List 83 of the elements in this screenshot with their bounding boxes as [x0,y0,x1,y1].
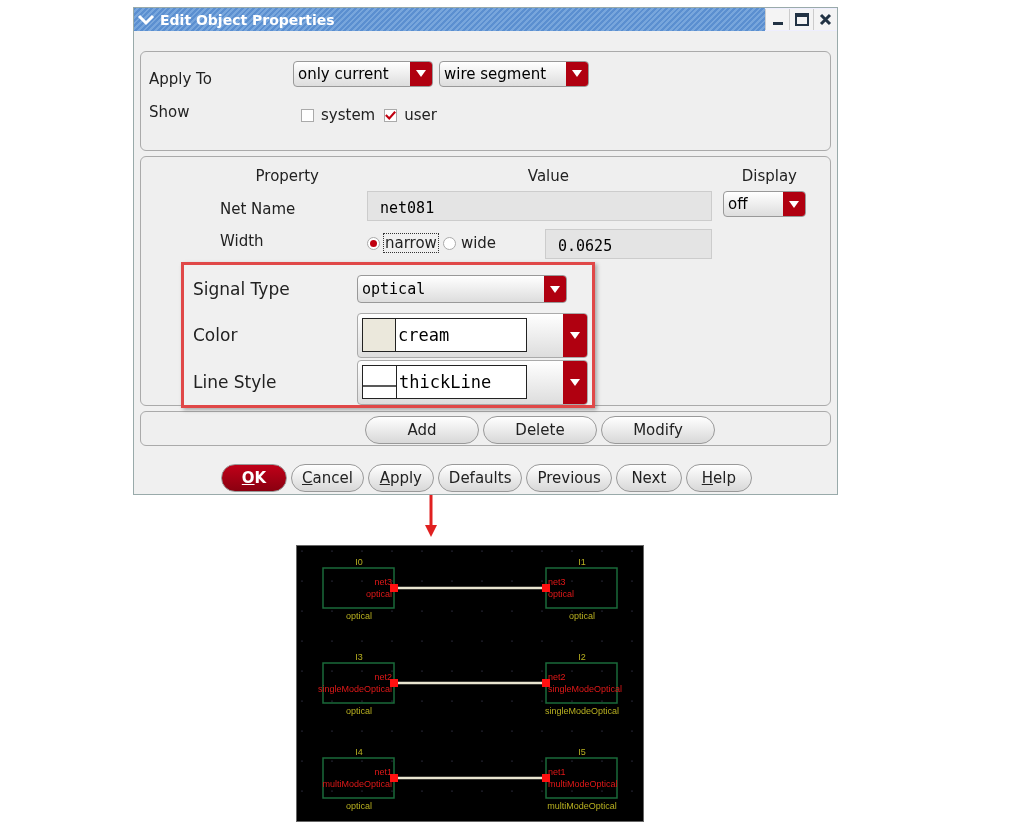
caret-icon [570,378,580,386]
show-label: Show [149,102,190,121]
field-label: Line Style [193,372,278,392]
instance-name: I4 [355,747,363,757]
dropdown[interactable]: optical [357,275,567,303]
line-style-dropdown[interactable]: thickLine [357,359,588,405]
net-label: net1 [374,767,392,777]
column-header: Property [255,167,319,185]
instance-name: I1 [578,557,586,567]
radio-label: narrow [383,233,439,253]
net-name-field[interactable]: net081 [367,191,712,221]
pin [542,774,550,782]
net-label: net3 [374,577,392,587]
minimize-button[interactable] [765,9,789,30]
radio-button[interactable] [442,236,456,250]
dropdown[interactable]: off [723,191,806,217]
dialog-button[interactable]: Previous [526,464,612,492]
net-label: net3 [548,577,566,587]
type-label: optical [346,801,372,811]
signal-type-label: multiModeOptical [548,779,618,789]
close-button[interactable] [813,9,837,30]
caret-icon [789,200,799,208]
signal-type-label: optical [548,589,574,599]
instance-name: I2 [578,652,586,662]
pin [390,584,398,592]
dialog-button[interactable]: Cancel [291,464,364,492]
dialog-button[interactable]: Next [615,464,682,492]
field-label: Signal Type [193,279,291,299]
type-label: optical [346,611,372,621]
dropdown[interactable]: wire segment [439,60,589,87]
down-arrow [424,495,438,537]
close-icon [819,13,832,26]
pin [542,584,550,592]
type-label: multiModeOptical [547,801,617,811]
window-title: Edit Object Properties [160,11,335,28]
instance-name: I5 [578,747,586,757]
dialog-button[interactable]: Defaults [437,464,523,492]
line-sample-icon [363,366,397,398]
net-name-label: Net Name [220,200,296,218]
checkbox[interactable] [301,108,314,122]
instance-name: I3 [355,652,363,662]
edit-button[interactable]: Modify [601,416,715,444]
minimize-icon [772,22,783,25]
caret-icon [550,285,560,293]
type-label: optical [569,611,595,621]
field-label: Color [193,325,239,345]
radio-button[interactable] [367,236,380,250]
type-label: singleModeOptical [545,706,619,716]
checkbox[interactable] [384,108,398,122]
check-icon [385,109,397,121]
radio-label: wide [459,234,498,252]
dropdown[interactable]: only current [293,60,433,87]
edit-button[interactable]: Add [365,416,479,444]
caret-icon [416,70,426,77]
signal-type-label: singleModeOptical [548,684,623,694]
maximize-icon [794,13,809,26]
width-label: Width [220,232,264,250]
edit-button[interactable]: Delete [483,416,597,444]
net-label: net2 [374,672,392,682]
caret-icon [572,70,582,77]
color-dropdown[interactable]: cream [357,312,588,358]
net-label: net2 [548,672,566,682]
signal-type-label: multiModeOptical [322,779,392,789]
chevron-icon[interactable] [136,12,156,27]
pin [542,679,550,687]
signal-type-label: optical [366,589,392,599]
dialog-button[interactable]: Help [685,464,752,492]
apply-to-label: Apply To [149,70,212,88]
instance-name: I0 [355,557,363,567]
pin [390,679,398,687]
dialog-button[interactable]: OK [221,464,287,492]
net-label: net1 [548,767,566,777]
column-header: Display [741,167,797,185]
pin [390,774,398,782]
type-label: optical [346,706,372,716]
column-header: Value [527,167,569,185]
signal-type-label: singleModeOptical [317,684,392,694]
width-field[interactable]: 0.0625 [545,229,712,259]
checkbox-label: system [321,106,376,124]
checkbox-label: user [404,106,437,124]
maximize-button[interactable] [789,9,813,30]
dialog-button[interactable]: Apply [367,464,434,492]
caret-icon [570,331,580,339]
